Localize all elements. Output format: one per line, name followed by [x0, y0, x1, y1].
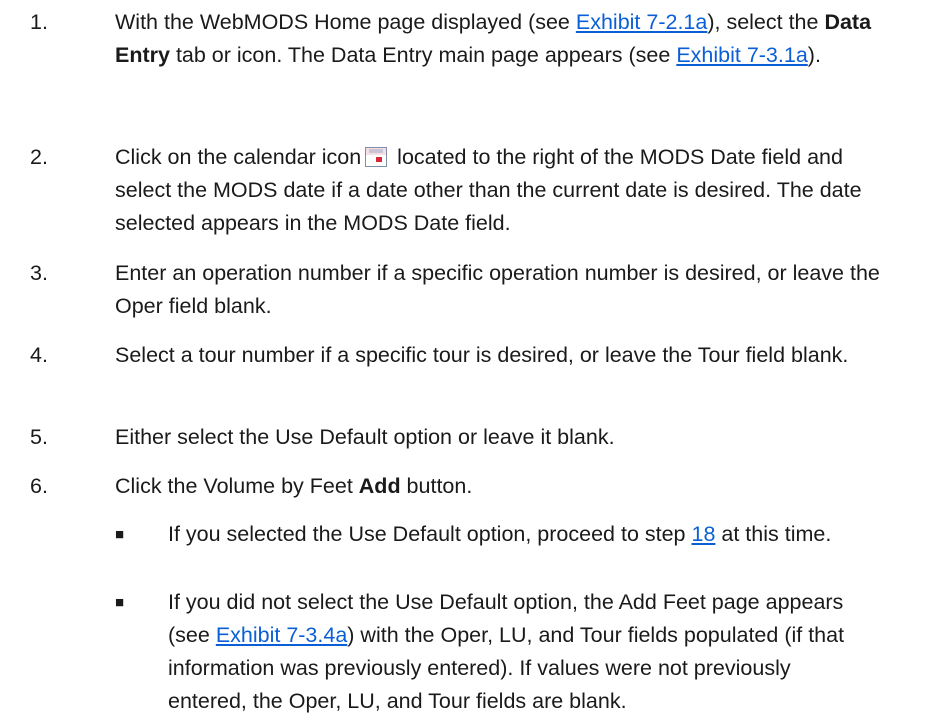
bullet-text-part: If you selected the Use Default option, … — [168, 522, 692, 546]
step-number: 5. — [30, 425, 48, 449]
exhibit-link[interactable]: Exhibit 7-3.4a — [216, 623, 347, 647]
step-text-part: button. — [400, 474, 473, 498]
step-number: 1. — [30, 10, 48, 34]
add-emphasis: Add — [358, 474, 401, 498]
step-number: 4. — [30, 343, 48, 367]
document-page: 1. With the WebMODS Home page displayed … — [0, 0, 929, 713]
bullet-text: If you selected the Use Default option, … — [168, 518, 868, 551]
step-text-part: Click on the calendar icon — [115, 145, 362, 169]
step-text-part: With the WebMODS Home page displayed (se… — [115, 10, 576, 34]
step-text: Click the Volume by Feet Add button. — [115, 470, 905, 503]
step-text-part: tab or icon. The Data Entry main page ap… — [169, 43, 677, 67]
exhibit-link[interactable]: Exhibit 7-2.1a — [576, 10, 707, 34]
bullet-text: If you did not select the Use Default op… — [168, 586, 868, 718]
step-text-part: Click the Volume by Feet — [115, 474, 359, 498]
step-text: Select a tour number if a specific tour … — [115, 343, 849, 367]
step-link[interactable]: 18 — [692, 522, 716, 546]
step-number: 6. — [30, 474, 48, 498]
step-number: 3. — [30, 261, 48, 285]
step-text: Click on the calendar icon located to th… — [115, 141, 905, 240]
step-text: With the WebMODS Home page displayed (se… — [115, 6, 905, 72]
step-text-part: ). — [807, 43, 821, 67]
step-number: 2. — [30, 145, 48, 169]
step-text-part: ), select the — [707, 10, 825, 34]
step-text: Either select the Use Default option or … — [115, 425, 615, 449]
exhibit-link[interactable]: Exhibit 7-3.1a — [676, 43, 807, 67]
bullet-square-icon: ■ — [115, 594, 125, 611]
calendar-icon — [365, 147, 388, 167]
step-text: Enter an operation number if a specific … — [115, 261, 880, 318]
bullet-square-icon: ■ — [115, 526, 125, 543]
bullet-text-part: at this time. — [715, 522, 832, 546]
